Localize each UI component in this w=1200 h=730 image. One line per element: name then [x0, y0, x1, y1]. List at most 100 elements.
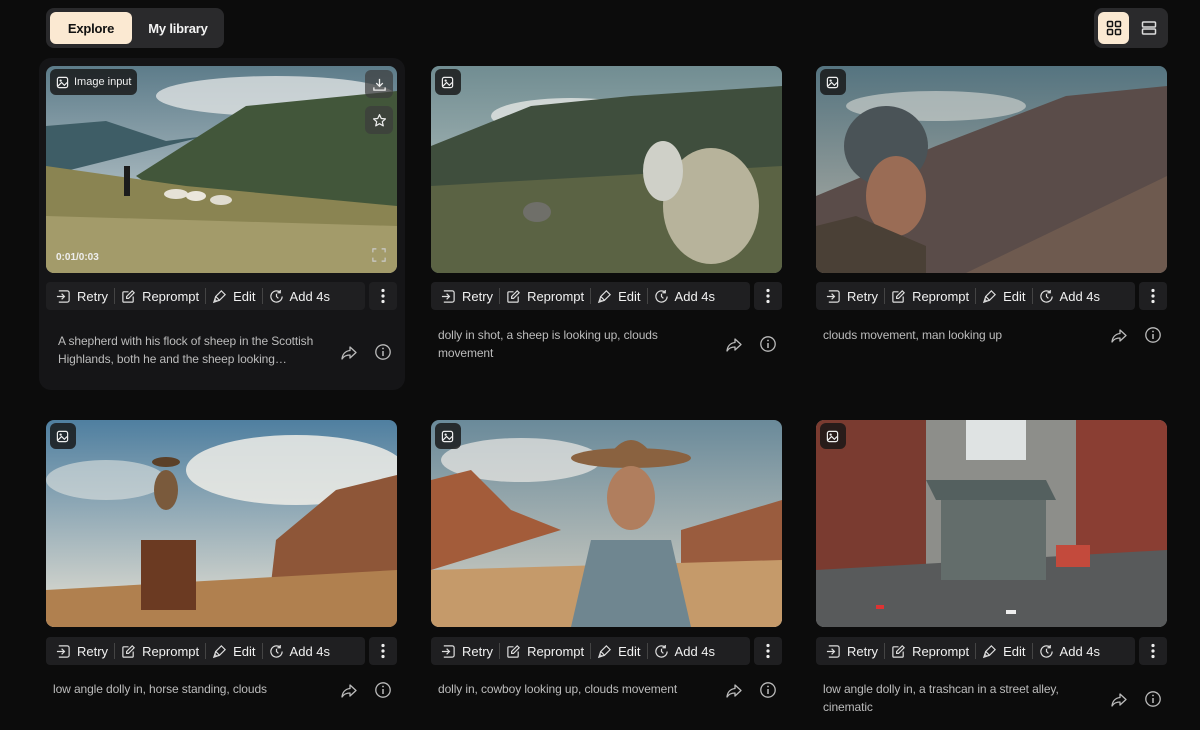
edit-brush-icon: [597, 644, 612, 659]
retry-button[interactable]: Retry: [50, 282, 114, 310]
download-icon: [372, 77, 387, 92]
video-card[interactable]: Image input 0:01/0:03 Retry Reprompt Edi…: [39, 58, 405, 390]
kebab-menu-icon: [766, 643, 770, 659]
share-button[interactable]: [724, 335, 744, 355]
prompt-caption: dolly in, cowboy looking up, clouds move…: [438, 682, 678, 696]
more-options-button[interactable]: [369, 282, 397, 310]
edit-button[interactable]: Edit: [976, 282, 1031, 310]
edit-brush-icon: [597, 289, 612, 304]
star-icon: [372, 113, 387, 128]
edit-button[interactable]: Edit: [206, 637, 261, 665]
share-button[interactable]: [1109, 690, 1129, 710]
share-button[interactable]: [339, 343, 359, 363]
add-4s-button[interactable]: Add 4s: [1033, 637, 1106, 665]
add-4s-button[interactable]: Add 4s: [648, 637, 721, 665]
info-button[interactable]: [758, 680, 778, 700]
video-thumbnail[interactable]: [816, 420, 1167, 627]
prompt-caption: clouds movement, man looking up: [823, 328, 1002, 342]
card-actions: Retry Reprompt Edit Add 4s: [431, 637, 782, 665]
video-card[interactable]: Retry Reprompt Edit Add 4s low angle dol…: [809, 420, 1175, 720]
share-button[interactable]: [1109, 326, 1129, 346]
video-thumbnail[interactable]: [431, 420, 782, 627]
more-options-button[interactable]: [754, 637, 782, 665]
reprompt-button[interactable]: Reprompt: [115, 637, 205, 665]
reprompt-button[interactable]: Reprompt: [500, 637, 590, 665]
video-thumbnail[interactable]: [46, 420, 397, 627]
more-options-button[interactable]: [1139, 282, 1167, 310]
card-actions: Retry Reprompt Edit Add 4s: [46, 637, 397, 665]
retry-icon: [56, 289, 71, 304]
edit-brush-icon: [982, 644, 997, 659]
add-4s-button[interactable]: Add 4s: [263, 637, 336, 665]
share-icon: [725, 682, 743, 700]
edit-button[interactable]: Edit: [976, 637, 1031, 665]
retry-button[interactable]: Retry: [435, 637, 499, 665]
reprompt-button[interactable]: Reprompt: [500, 282, 590, 310]
more-options-button[interactable]: [754, 282, 782, 310]
edit-button[interactable]: Edit: [591, 282, 646, 310]
video-thumbnail[interactable]: [816, 66, 1167, 273]
extend-clock-icon: [1039, 289, 1054, 304]
more-options-button[interactable]: [1139, 637, 1167, 665]
favorite-button[interactable]: [365, 106, 393, 134]
view-toggle: [1094, 8, 1168, 48]
info-button[interactable]: [373, 342, 393, 362]
prompt-caption: low angle dolly in, a trashcan in a stre…: [823, 682, 1059, 714]
kebab-menu-icon: [381, 643, 385, 659]
retry-button[interactable]: Retry: [50, 637, 114, 665]
fullscreen-button[interactable]: [369, 245, 389, 265]
share-icon: [1110, 327, 1128, 345]
man-beanie-scene-image: [816, 66, 1167, 273]
image-icon: [826, 430, 839, 443]
retry-icon: [826, 644, 841, 659]
edit-brush-icon: [212, 644, 227, 659]
edit-button[interactable]: Edit: [206, 282, 261, 310]
retry-button[interactable]: Retry: [435, 282, 499, 310]
grid-icon: [1106, 20, 1121, 36]
card-actions: Retry Reprompt Edit Add 4s: [46, 282, 397, 310]
video-timestamp: 0:01/0:03: [56, 252, 99, 263]
info-icon: [1144, 326, 1162, 344]
card-actions: Retry Reprompt Edit Add 4s: [816, 637, 1167, 665]
retry-icon: [441, 289, 456, 304]
share-button[interactable]: [339, 681, 359, 701]
prompt-caption: A shepherd with his flock of sheep in th…: [58, 334, 314, 366]
more-options-button[interactable]: [369, 637, 397, 665]
video-card[interactable]: Retry Reprompt Edit Add 4s dolly in, cow…: [424, 420, 790, 720]
reprompt-button[interactable]: Reprompt: [885, 282, 975, 310]
tab-switcher: Explore My library: [46, 8, 224, 48]
card-actions: Retry Reprompt Edit Add 4s: [431, 282, 782, 310]
info-button[interactable]: [1143, 689, 1163, 709]
video-card[interactable]: Retry Reprompt Edit Add 4s dolly in shot…: [424, 66, 790, 366]
grid-view-button[interactable]: [1098, 12, 1129, 44]
add-4s-button[interactable]: Add 4s: [263, 282, 336, 310]
download-button[interactable]: [365, 70, 393, 98]
add-4s-button[interactable]: Add 4s: [648, 282, 721, 310]
video-card[interactable]: Retry Reprompt Edit Add 4s low angle dol…: [39, 420, 405, 720]
add-4s-button[interactable]: Add 4s: [1033, 282, 1106, 310]
kebab-menu-icon: [1151, 288, 1155, 304]
info-button[interactable]: [373, 680, 393, 700]
action-bar: Retry Reprompt Edit Add 4s: [431, 282, 750, 310]
edit-button[interactable]: Edit: [591, 637, 646, 665]
retry-button[interactable]: Retry: [820, 637, 884, 665]
horse-rider-scene-image: [46, 420, 397, 627]
extend-clock-icon: [1039, 644, 1054, 659]
info-button[interactable]: [1143, 325, 1163, 345]
reprompt-button[interactable]: Reprompt: [115, 282, 205, 310]
retry-button[interactable]: Retry: [820, 282, 884, 310]
video-card[interactable]: Retry Reprompt Edit Add 4s clouds moveme…: [809, 66, 1175, 366]
reprompt-button[interactable]: Reprompt: [885, 637, 975, 665]
action-bar: Retry Reprompt Edit Add 4s: [46, 282, 365, 310]
image-input-label: Image input: [74, 76, 132, 88]
info-icon: [759, 681, 777, 699]
share-button[interactable]: [724, 681, 744, 701]
info-button[interactable]: [758, 334, 778, 354]
reprompt-icon: [121, 644, 136, 659]
video-thumbnail[interactable]: Image input 0:01/0:03: [46, 66, 397, 273]
tab-explore[interactable]: Explore: [50, 12, 132, 44]
list-view-button[interactable]: [1133, 12, 1164, 44]
image-input-badge: [435, 423, 461, 449]
video-thumbnail[interactable]: [431, 66, 782, 273]
tab-my-library[interactable]: My library: [136, 12, 220, 44]
